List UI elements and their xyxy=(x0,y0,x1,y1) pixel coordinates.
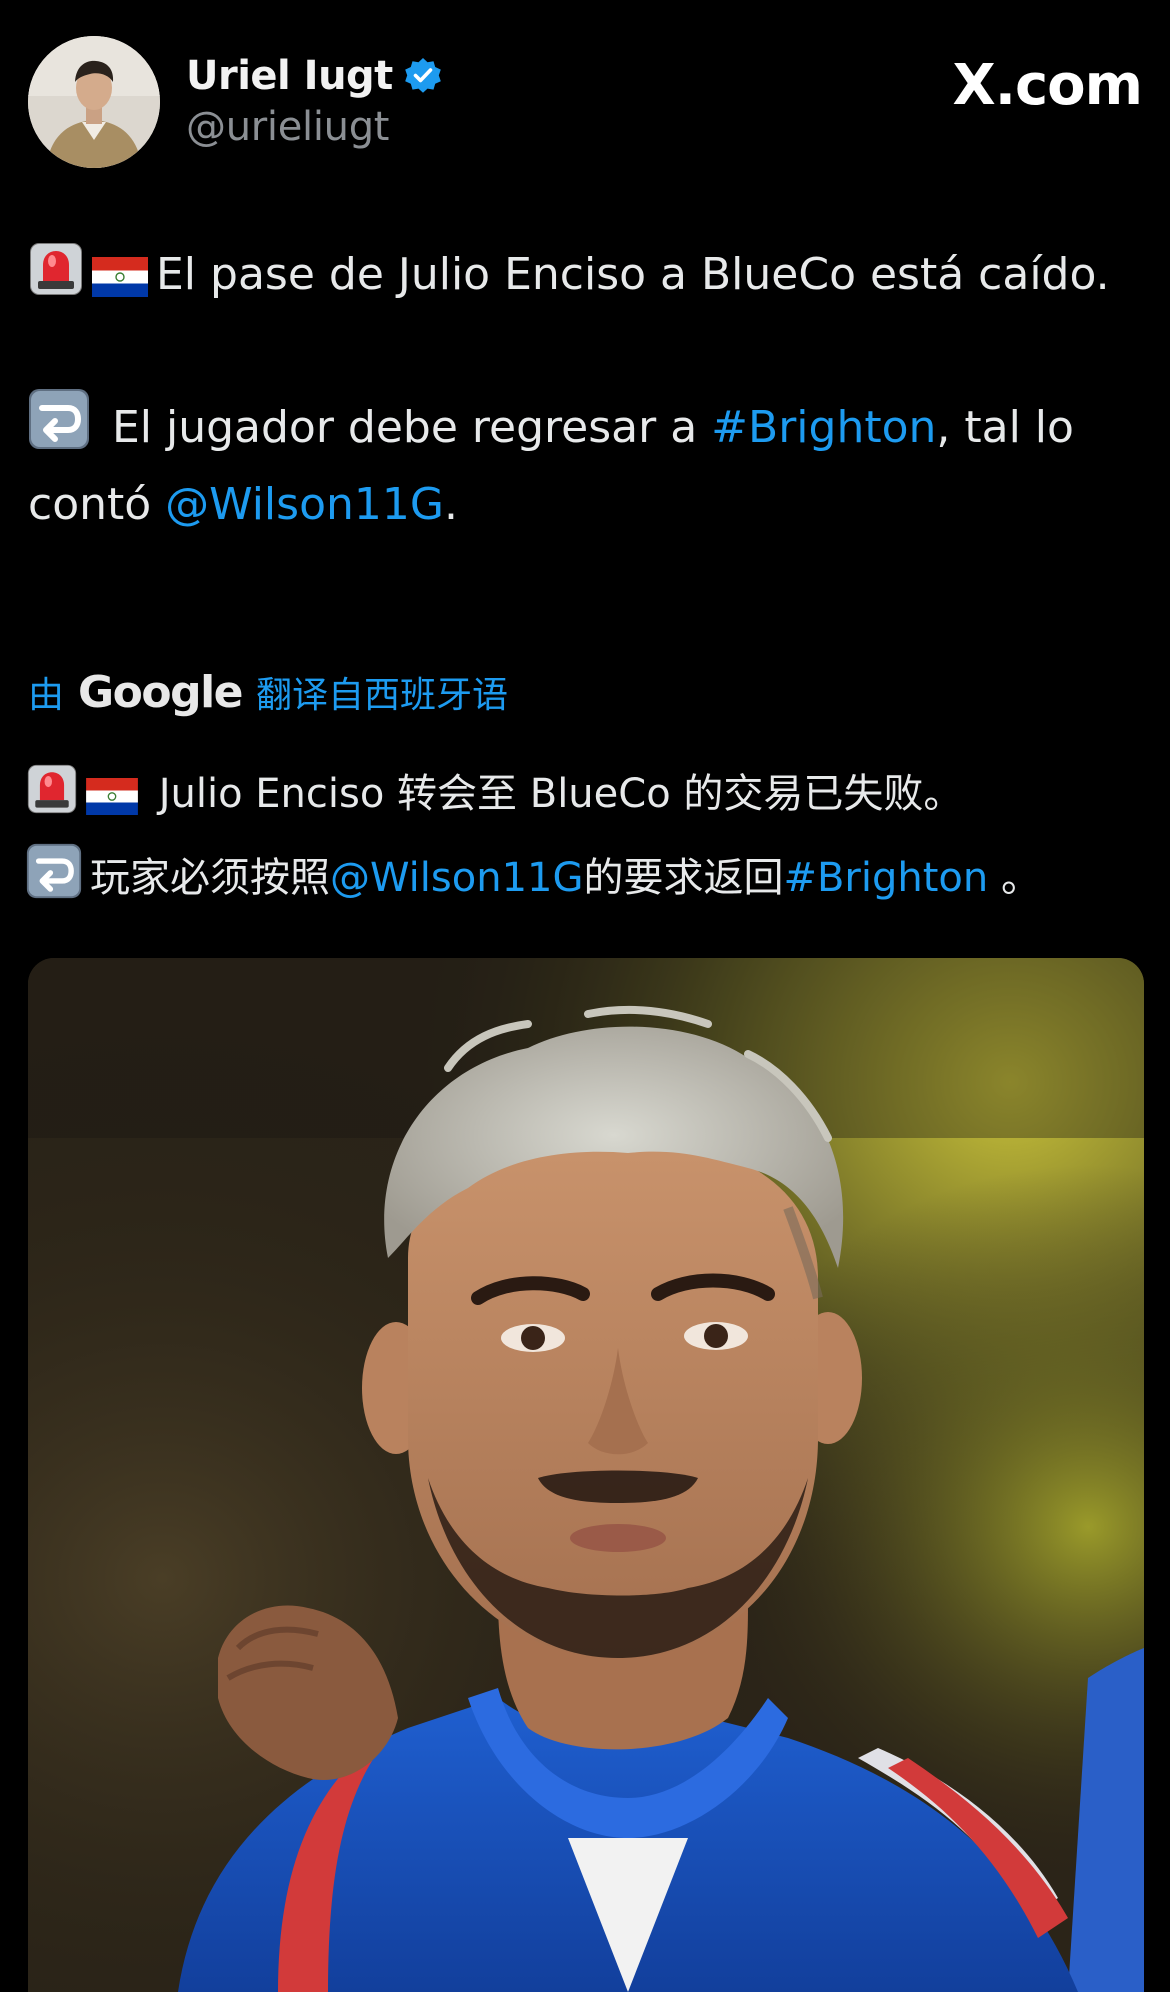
translate-label[interactable]: 翻译自西班牙语 xyxy=(256,666,508,718)
brighton-hashtag-link[interactable]: #Brighton xyxy=(711,402,936,453)
translated-by-google[interactable]: 由 Google 翻译自西班牙语 xyxy=(28,664,508,720)
tweet-line-1: El pase de Julio Enciso a BlueCo está ca… xyxy=(28,240,1128,317)
translated-line-2: 玩家必须按照@Wilson11G的要求返回#Brighton 。 xyxy=(26,840,1136,924)
tweet-text: El pase de Julio Enciso a BlueCo está ca… xyxy=(28,240,1128,539)
translated-line-2-suffix: 。 xyxy=(988,855,1041,901)
tweet-photo[interactable] xyxy=(28,958,1144,1992)
police-light-icon xyxy=(28,241,84,317)
translate-prefix: 由 xyxy=(28,675,65,716)
police-light-icon xyxy=(26,763,78,840)
translated-line-2-middle: 的要求返回 xyxy=(583,855,784,901)
wilson-mention-link[interactable]: @Wilson11G xyxy=(165,479,444,530)
tweet-line-2-prefix: El jugador debe regresar a xyxy=(98,402,712,453)
brand-watermark: X.com xyxy=(952,50,1143,120)
translated-line-2-prefix: 玩家必须按照 xyxy=(90,855,330,901)
brand-label: X.com xyxy=(952,52,1143,118)
translated-line-1: Julio Enciso 转会至 BlueCo 的交易已失败。 xyxy=(26,756,1136,840)
tweet-line-1-text: El pase de Julio Enciso a BlueCo está ca… xyxy=(156,249,1110,300)
translated-text: Julio Enciso 转会至 BlueCo 的交易已失败。 玩家必须按照@W… xyxy=(26,756,1136,924)
display-name-row[interactable]: Uriel Iugt xyxy=(186,48,443,104)
paraguay-flag-icon xyxy=(86,764,138,840)
paraguay-flag-icon xyxy=(92,248,148,317)
arrow-curving-left-icon xyxy=(26,843,82,924)
author-handle[interactable]: @urieliugt xyxy=(186,104,443,150)
author-names: Uriel Iugt @urieliugt xyxy=(186,48,443,150)
display-name[interactable]: Uriel Iugt xyxy=(186,53,393,99)
brighton-hashtag-link[interactable]: #Brighton xyxy=(783,855,988,901)
tweet-header: Uriel Iugt @urieliugt X.com xyxy=(28,36,1143,170)
verified-badge-icon xyxy=(403,56,443,96)
arrow-curving-left-icon xyxy=(28,388,90,470)
tweet-line-2-suffix: . xyxy=(443,479,458,530)
google-logo: Google xyxy=(78,666,244,718)
wilson-mention-link[interactable]: @Wilson11G xyxy=(330,855,583,901)
avatar[interactable] xyxy=(28,36,160,168)
tweet-line-2: El jugador debe regresar a #Brighton, ta… xyxy=(28,388,1128,539)
translated-line-1-text: Julio Enciso 转会至 BlueCo 的交易已失败。 xyxy=(146,771,964,817)
